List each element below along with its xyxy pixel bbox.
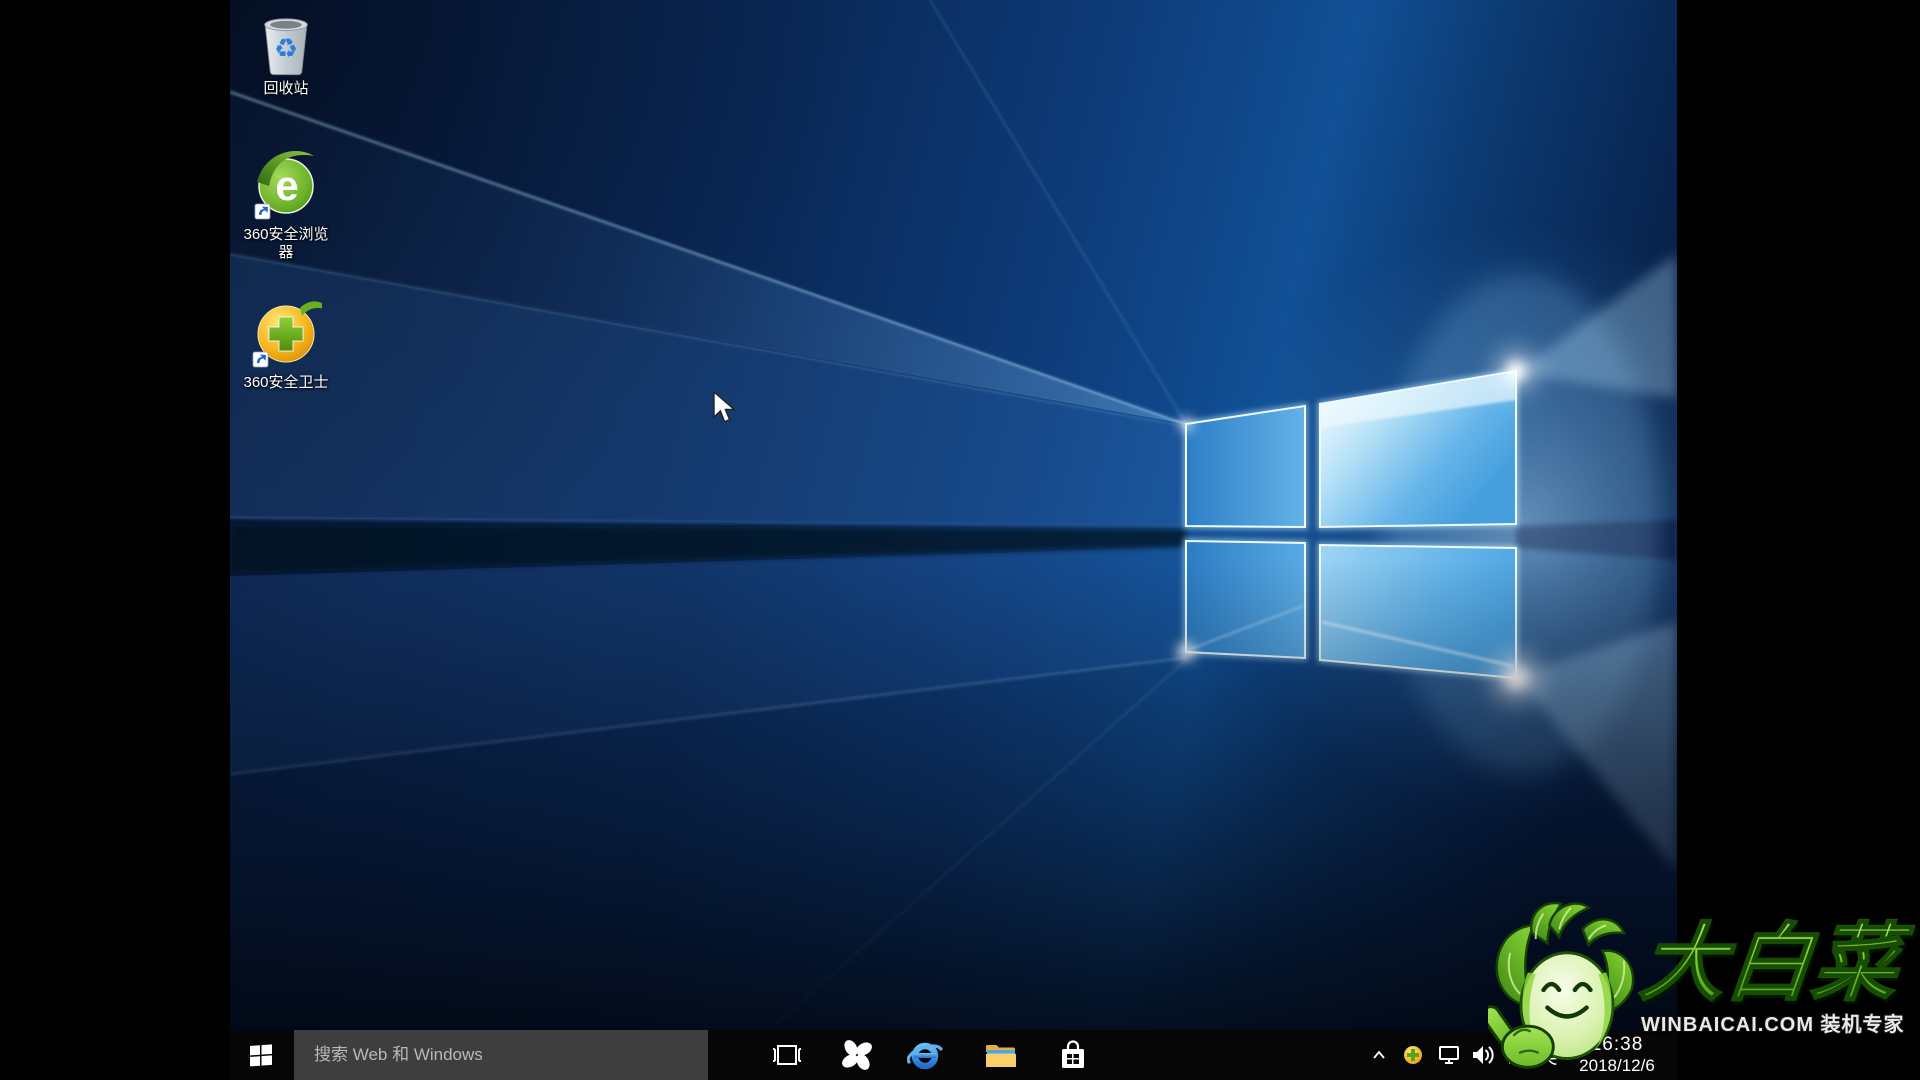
360-guard-label: 360安全卫士	[240, 374, 332, 392]
tray-action-center-button[interactable]	[1500, 1030, 1530, 1080]
recycle-bin-icon: ♻	[240, 6, 332, 80]
pinwheel-icon	[841, 1039, 873, 1071]
tray-volume-button[interactable]	[1468, 1030, 1498, 1080]
360-browser-label: 360安全浏览器	[240, 226, 332, 262]
360-tray-icon	[1403, 1045, 1423, 1065]
letterbox-right	[1677, 0, 1920, 1080]
svg-text:♻: ♻	[274, 34, 298, 65]
recycle-bin-label: 回收站	[240, 80, 332, 98]
ime-label: 英	[1538, 1042, 1557, 1069]
desktop-icon-360-guard[interactable]: 360安全卫士	[240, 294, 332, 392]
clock-time: 16:38	[1591, 1034, 1644, 1055]
internet-explorer-button[interactable]	[902, 1030, 948, 1080]
chevron-up-icon	[1372, 1050, 1386, 1060]
360-guard-icon	[240, 294, 332, 374]
tray-show-hidden-icons[interactable]	[1364, 1030, 1394, 1080]
svg-text:e: e	[275, 162, 298, 209]
360-browser-icon: e	[240, 150, 332, 226]
taskbar: 英 16:38 2018/12/6	[230, 1030, 1677, 1080]
speaker-icon	[1471, 1044, 1495, 1066]
taskbar-search-input[interactable]	[294, 1030, 708, 1080]
desktop-icon-recycle-bin[interactable]: ♻ 回收站	[240, 6, 332, 98]
windows-start-icon	[249, 1043, 273, 1067]
tray-network-button[interactable]	[1432, 1030, 1466, 1080]
task-view-icon	[772, 1042, 802, 1068]
start-button[interactable]	[230, 1030, 292, 1080]
letterbox-left	[0, 0, 230, 1080]
windows-desktop: ♻ 回收站 e	[230, 0, 1677, 1080]
windows-store-button[interactable]	[1050, 1030, 1096, 1080]
windows-store-icon	[1058, 1040, 1088, 1070]
windows-hero-wallpaper	[230, 0, 1677, 1030]
desktop-icon-360-browser[interactable]: e 360安全浏览器	[240, 150, 332, 262]
action-center-icon	[1504, 1045, 1526, 1065]
tray-clock[interactable]: 16:38 2018/12/6	[1564, 1030, 1670, 1080]
internet-explorer-icon	[907, 1038, 943, 1072]
clock-date: 2018/12/6	[1579, 1055, 1655, 1076]
tray-ime-indicator[interactable]: 英	[1532, 1030, 1564, 1080]
tray-360-icon-button[interactable]	[1398, 1030, 1428, 1080]
video-frame: ♻ 回收站 e	[0, 0, 1920, 1080]
network-icon	[1437, 1045, 1461, 1065]
file-explorer-icon	[985, 1042, 1017, 1068]
pinwheel-app-button[interactable]	[834, 1030, 880, 1080]
task-view-button[interactable]	[764, 1030, 810, 1080]
file-explorer-button[interactable]	[978, 1030, 1024, 1080]
